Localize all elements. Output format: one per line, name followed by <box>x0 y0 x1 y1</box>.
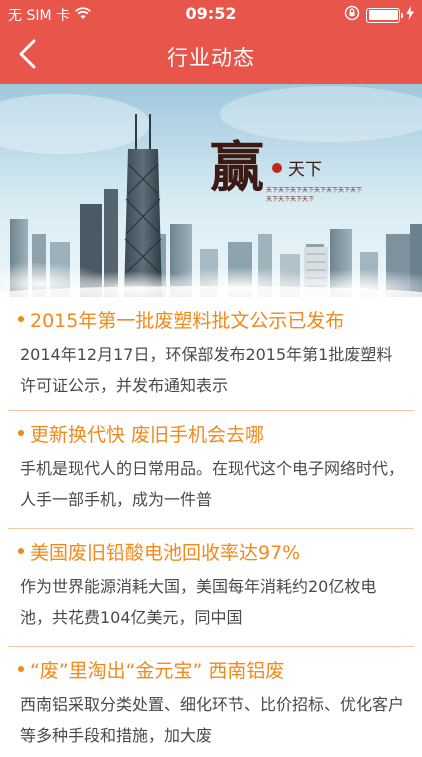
news-summary: 2014年12月17日，环保部发布2015年第1批废塑料许可证公示，并发布通知表… <box>20 345 393 395</box>
banner-calligraphy: 赢 <box>210 135 264 199</box>
red-seal-dot <box>272 163 282 173</box>
news-summary: 作为世界能源消耗大国，美国每年消耗约20亿枚电池，共花费104亿美元，同中国 <box>20 577 377 627</box>
battery-fill <box>368 10 398 20</box>
rotation-lock-icon <box>344 5 360 25</box>
charging-icon <box>406 6 414 24</box>
news-title: “废”里淘出“金元宝” 西南铝废 <box>30 659 285 682</box>
banner-small-text-2: 天下天下天下天下 <box>266 196 314 203</box>
navbar: 行业动态 <box>0 28 422 84</box>
news-item[interactable]: 更新换代快 废旧手机会去哪 手机是现代人的日常用品。在现代这个电子网络时代，人手… <box>8 411 414 529</box>
news-item[interactable]: 美国废旧铅酸电池回收率达97% 作为世界能源消耗大国，美国每年消耗约20亿枚电池… <box>8 529 414 647</box>
news-title-row: 更新换代快 废旧手机会去哪 <box>18 417 404 449</box>
battery-icon <box>366 7 403 23</box>
bullet-dot-icon <box>18 316 24 322</box>
news-title: 美国废旧铅酸电池回收率达97% <box>30 541 301 564</box>
news-item[interactable]: 2015年第一批废塑料批文公示已发布 2014年12月17日，环保部发布2015… <box>8 297 414 411</box>
news-title-row: “废”里淘出“金元宝” 西南铝废 <box>18 653 404 685</box>
status-right <box>344 5 414 25</box>
news-title-row: 2015年第一批废塑料批文公示已发布 <box>18 303 404 335</box>
page-title: 行业动态 <box>167 46 255 70</box>
news-title-row: 美国废旧铅酸电池回收率达97% <box>18 535 404 567</box>
bullet-dot-icon <box>18 548 24 554</box>
banner-subtitle: 天下 <box>288 160 322 180</box>
news-list: 2015年第一批废塑料批文公示已发布 2014年12月17日，环保部发布2015… <box>0 297 422 757</box>
news-summary: 西南铝采取分类处置、细化环节、比价招标、优化客户等多种手段和措施，加大废 <box>20 695 404 745</box>
status-bar: 无 SIM 卡 09:52 <box>0 0 422 28</box>
news-title: 2015年第一批废塑料批文公示已发布 <box>30 309 345 332</box>
city-skyline-illustration: 赢 天下 天下天下天下天下天下天下天下天下 天下天下天下天下 <box>0 84 422 297</box>
header: 无 SIM 卡 09:52 行业动态 <box>0 0 422 84</box>
news-title: 更新换代快 废旧手机会去哪 <box>30 423 265 446</box>
news-summary: 手机是现代人的日常用品。在现代这个电子网络时代，人手一部手机，成为一件普 <box>20 459 404 509</box>
news-item[interactable]: “废”里淘出“金元宝” 西南铝废 西南铝采取分类处置、细化环节、比价招标、优化客… <box>8 647 414 757</box>
bullet-dot-icon <box>18 666 24 672</box>
bullet-dot-icon <box>18 430 24 436</box>
banner-image[interactable]: 赢 天下 天下天下天下天下天下天下天下天下 天下天下天下天下 <box>0 84 422 297</box>
banner-small-text-1: 天下天下天下天下天下天下天下天下 <box>266 187 362 194</box>
